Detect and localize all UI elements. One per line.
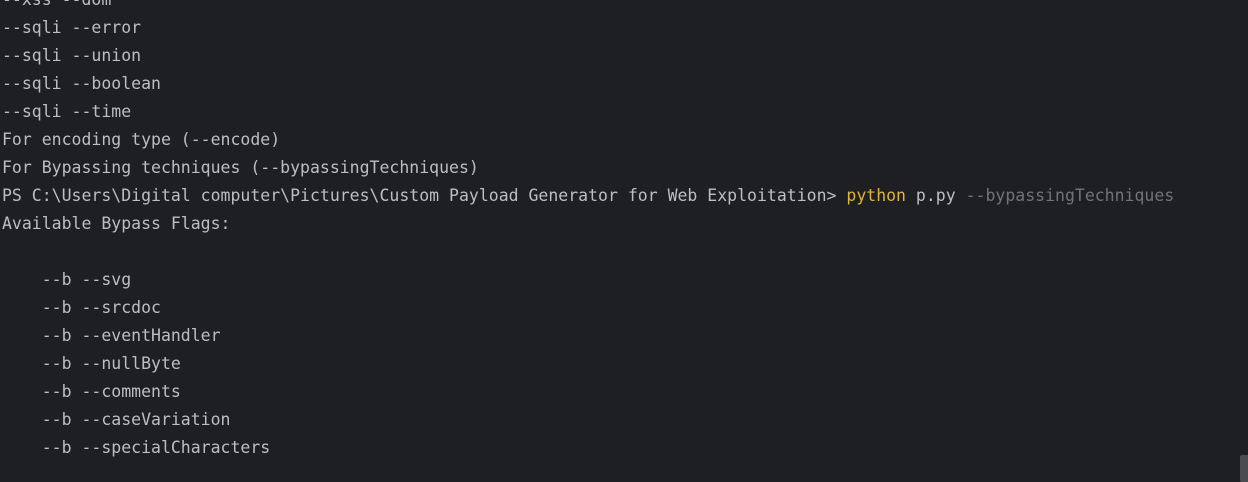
prompt-path: PS C:\Users\Digital computer\Pictures\Cu… [2,186,847,205]
command-argument: --bypassingTechniques [965,186,1175,205]
output-line: --b --srcdoc [2,298,161,317]
output-line: --sqli --union [2,46,142,65]
output-line: --b --eventHandler [2,326,221,345]
output-line: --b --caseVariation [2,410,231,429]
output-line: For encoding type (--encode) [2,130,281,149]
command-line: PS C:\Users\Digital computer\Pictures\Cu… [2,182,1174,210]
output-line: --sqli --error [2,18,142,37]
vertical-scrollbar-thumb[interactable] [1240,455,1248,482]
output-line: Available Bypass Flags: [2,214,231,233]
output-line: --xss --dom [2,0,1174,14]
output-line: --sqli --boolean [2,74,161,93]
terminal-lines: --xss --dom --sqli --error --sqli --unio… [2,0,1174,462]
output-line: --b --specialCharacters [2,438,271,457]
output-line: --sqli --time [2,102,132,121]
output-line: For Bypassing techniques (--bypassingTec… [2,158,479,177]
terminal-output[interactable]: --xss --dom --sqli --error --sqli --unio… [0,0,1248,482]
output-line: --b --comments [2,382,181,401]
command-name: python [846,186,906,205]
output-line: --b --nullByte [2,354,181,373]
output-line: --b --svg [2,270,132,289]
command-script: p.py [906,186,966,205]
